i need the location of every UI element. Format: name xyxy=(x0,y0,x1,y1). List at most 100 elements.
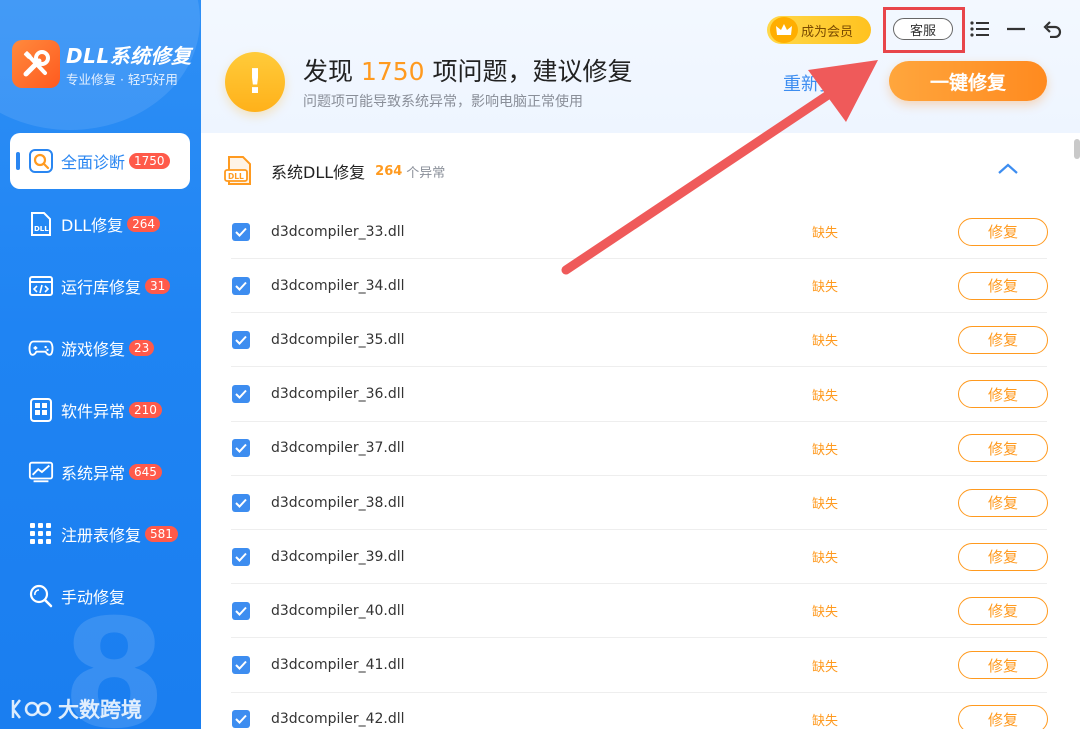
checkbox[interactable] xyxy=(232,493,250,512)
fix-all-button[interactable]: 一键修复 xyxy=(889,61,1047,101)
status-label: 缺失 xyxy=(812,388,839,404)
dll-file-name: d3dcompiler_40.dll xyxy=(271,602,405,619)
dll-file-name: d3dcompiler_38.dll xyxy=(271,494,405,511)
sidebar-item-label: 运行库修复 xyxy=(61,278,142,297)
sidebar-item-game-repair[interactable]: 游戏修复 23 xyxy=(10,320,190,376)
issue-list-panel: DLL 系统DLL修复 264 个异常 d3dcompiler_33.dll 缺失… xyxy=(201,133,1080,729)
table-row: d3dcompiler_39.dll 缺失 修复 xyxy=(231,530,1048,585)
repair-button[interactable]: 修复 xyxy=(958,488,1048,517)
minimize-icon[interactable] xyxy=(1005,18,1027,40)
repair-button[interactable]: 修复 xyxy=(958,217,1048,246)
section-count-unit: 个异常 xyxy=(406,165,446,181)
customer-service-button[interactable]: 客服 xyxy=(893,18,953,40)
dll-file-name: d3dcompiler_42.dll xyxy=(271,711,405,728)
menu-list-icon[interactable] xyxy=(969,18,991,40)
table-row: d3dcompiler_38.dll 缺失 修复 xyxy=(231,476,1048,530)
title-prefix: 发现 xyxy=(303,57,354,86)
repair-button[interactable]: 修复 xyxy=(958,596,1048,625)
sidebar: DLL系统修复 专业修复 · 轻巧好用 全面诊断 1750 DLL DLL修复 … xyxy=(0,0,201,729)
status-label: 缺失 xyxy=(812,497,839,512)
registry-grid-icon xyxy=(28,521,54,547)
checkmark-icon xyxy=(235,606,247,616)
table-row: d3dcompiler_42.dll 缺失 修复 xyxy=(231,693,1048,729)
scan-result-subtitle: 问题项可能导致系统异常，影响电脑正常使用 xyxy=(303,94,583,110)
checkmark-icon xyxy=(235,552,247,562)
search-icon xyxy=(28,148,54,174)
checkbox[interactable] xyxy=(232,656,250,675)
monitor-chart-icon xyxy=(28,459,54,485)
sidebar-item-runtime-repair[interactable]: 运行库修复 31 xyxy=(10,258,190,314)
dll-file-name: d3dcompiler_34.dll xyxy=(271,277,405,294)
table-row: d3dcompiler_37.dll 缺失 修复 xyxy=(231,422,1048,476)
checkbox[interactable] xyxy=(232,710,250,729)
count-badge: 23 xyxy=(129,340,155,356)
checkbox[interactable] xyxy=(232,439,250,458)
watermark: 大数跨境 xyxy=(10,694,142,724)
issue-count: 1750 xyxy=(360,57,425,86)
watermark-logo-icon xyxy=(11,699,52,719)
repair-button[interactable]: 修复 xyxy=(958,542,1048,571)
app-logo-icon xyxy=(12,40,60,88)
count-badge: 1750 xyxy=(129,153,170,169)
warning-icon: ! xyxy=(225,52,285,112)
checkbox[interactable] xyxy=(232,276,250,295)
checkmark-icon xyxy=(235,498,247,508)
repair-button[interactable]: 修复 xyxy=(958,651,1048,680)
dll-file-name: d3dcompiler_36.dll xyxy=(271,386,405,403)
status-label: 缺失 xyxy=(812,551,839,567)
table-row: d3dcompiler_35.dll 缺失 修复 xyxy=(231,313,1048,368)
sidebar-item-label: 全面诊断 xyxy=(61,153,126,172)
dll-file-name: d3dcompiler_37.dll xyxy=(271,440,405,457)
status-label: 缺失 xyxy=(812,442,839,458)
status-label: 缺失 xyxy=(812,659,839,675)
count-badge: 31 xyxy=(145,278,171,294)
sidebar-item-label: 注册表修复 xyxy=(61,526,142,545)
repair-button[interactable]: 修复 xyxy=(958,325,1048,354)
chevron-up-icon[interactable] xyxy=(997,161,1019,177)
checkmark-icon xyxy=(235,444,247,454)
status-label: 缺失 xyxy=(812,280,839,296)
svg-text:DLL: DLL xyxy=(34,225,49,233)
status-label: 缺失 xyxy=(812,713,839,729)
count-badge: 210 xyxy=(129,402,162,418)
sidebar-item-software-issues[interactable]: 软件异常 210 xyxy=(10,382,190,438)
app-title: DLL系统修复 xyxy=(66,44,192,68)
become-member-button[interactable]: 成为会员 xyxy=(767,16,871,44)
checkmark-icon xyxy=(235,335,247,345)
section-header[interactable]: DLL 系统DLL修复 264 个异常 xyxy=(223,153,1049,189)
dll-file-icon: DLL xyxy=(224,156,251,185)
table-row: d3dcompiler_33.dll 缺失 修复 xyxy=(231,205,1048,259)
repair-button[interactable]: 修复 xyxy=(958,434,1048,463)
gamepad-icon xyxy=(28,335,54,361)
checkbox[interactable] xyxy=(232,385,250,404)
checkbox[interactable] xyxy=(232,222,250,241)
scrollbar[interactable] xyxy=(1074,139,1080,159)
dll-file-name: d3dcompiler_39.dll xyxy=(271,548,405,565)
sidebar-item-label: DLL修复 xyxy=(61,216,124,235)
checkmark-icon xyxy=(235,281,247,291)
checkbox[interactable] xyxy=(232,601,250,620)
sidebar-item-system-issues[interactable]: 系统异常 645 xyxy=(10,444,190,500)
rescan-button[interactable]: 重新扫描 xyxy=(783,70,855,96)
repair-button[interactable]: 修复 xyxy=(958,380,1048,409)
sidebar-item-full-diagnosis[interactable]: 全面诊断 1750 xyxy=(10,133,190,189)
sidebar-item-label: 软件异常 xyxy=(61,402,126,421)
table-row: d3dcompiler_36.dll 缺失 修复 xyxy=(231,368,1048,422)
checkmark-icon xyxy=(235,715,247,725)
back-icon[interactable] xyxy=(1041,18,1063,40)
repair-button[interactable]: 修复 xyxy=(958,271,1048,300)
header: ! 发现 1750 项问题，建议修复 问题项可能导致系统异常，影响电脑正常使用 … xyxy=(201,0,1080,133)
sidebar-item-dll-repair[interactable]: DLL DLL修复 264 xyxy=(10,196,190,252)
checkmark-icon xyxy=(235,389,247,400)
checkmark-icon xyxy=(235,660,247,671)
checkbox[interactable] xyxy=(232,330,250,349)
dll-file-icon: DLL xyxy=(28,211,54,237)
checkbox[interactable] xyxy=(232,547,250,566)
repair-button[interactable]: 修复 xyxy=(958,705,1048,729)
svg-text:DLL: DLL xyxy=(228,172,244,181)
sidebar-item-registry-repair[interactable]: 注册表修复 581 xyxy=(10,506,190,562)
count-badge: 645 xyxy=(129,464,162,480)
vip-label: 成为会员 xyxy=(801,24,854,40)
dll-file-name: d3dcompiler_35.dll xyxy=(271,331,405,348)
count-badge: 581 xyxy=(145,526,178,542)
